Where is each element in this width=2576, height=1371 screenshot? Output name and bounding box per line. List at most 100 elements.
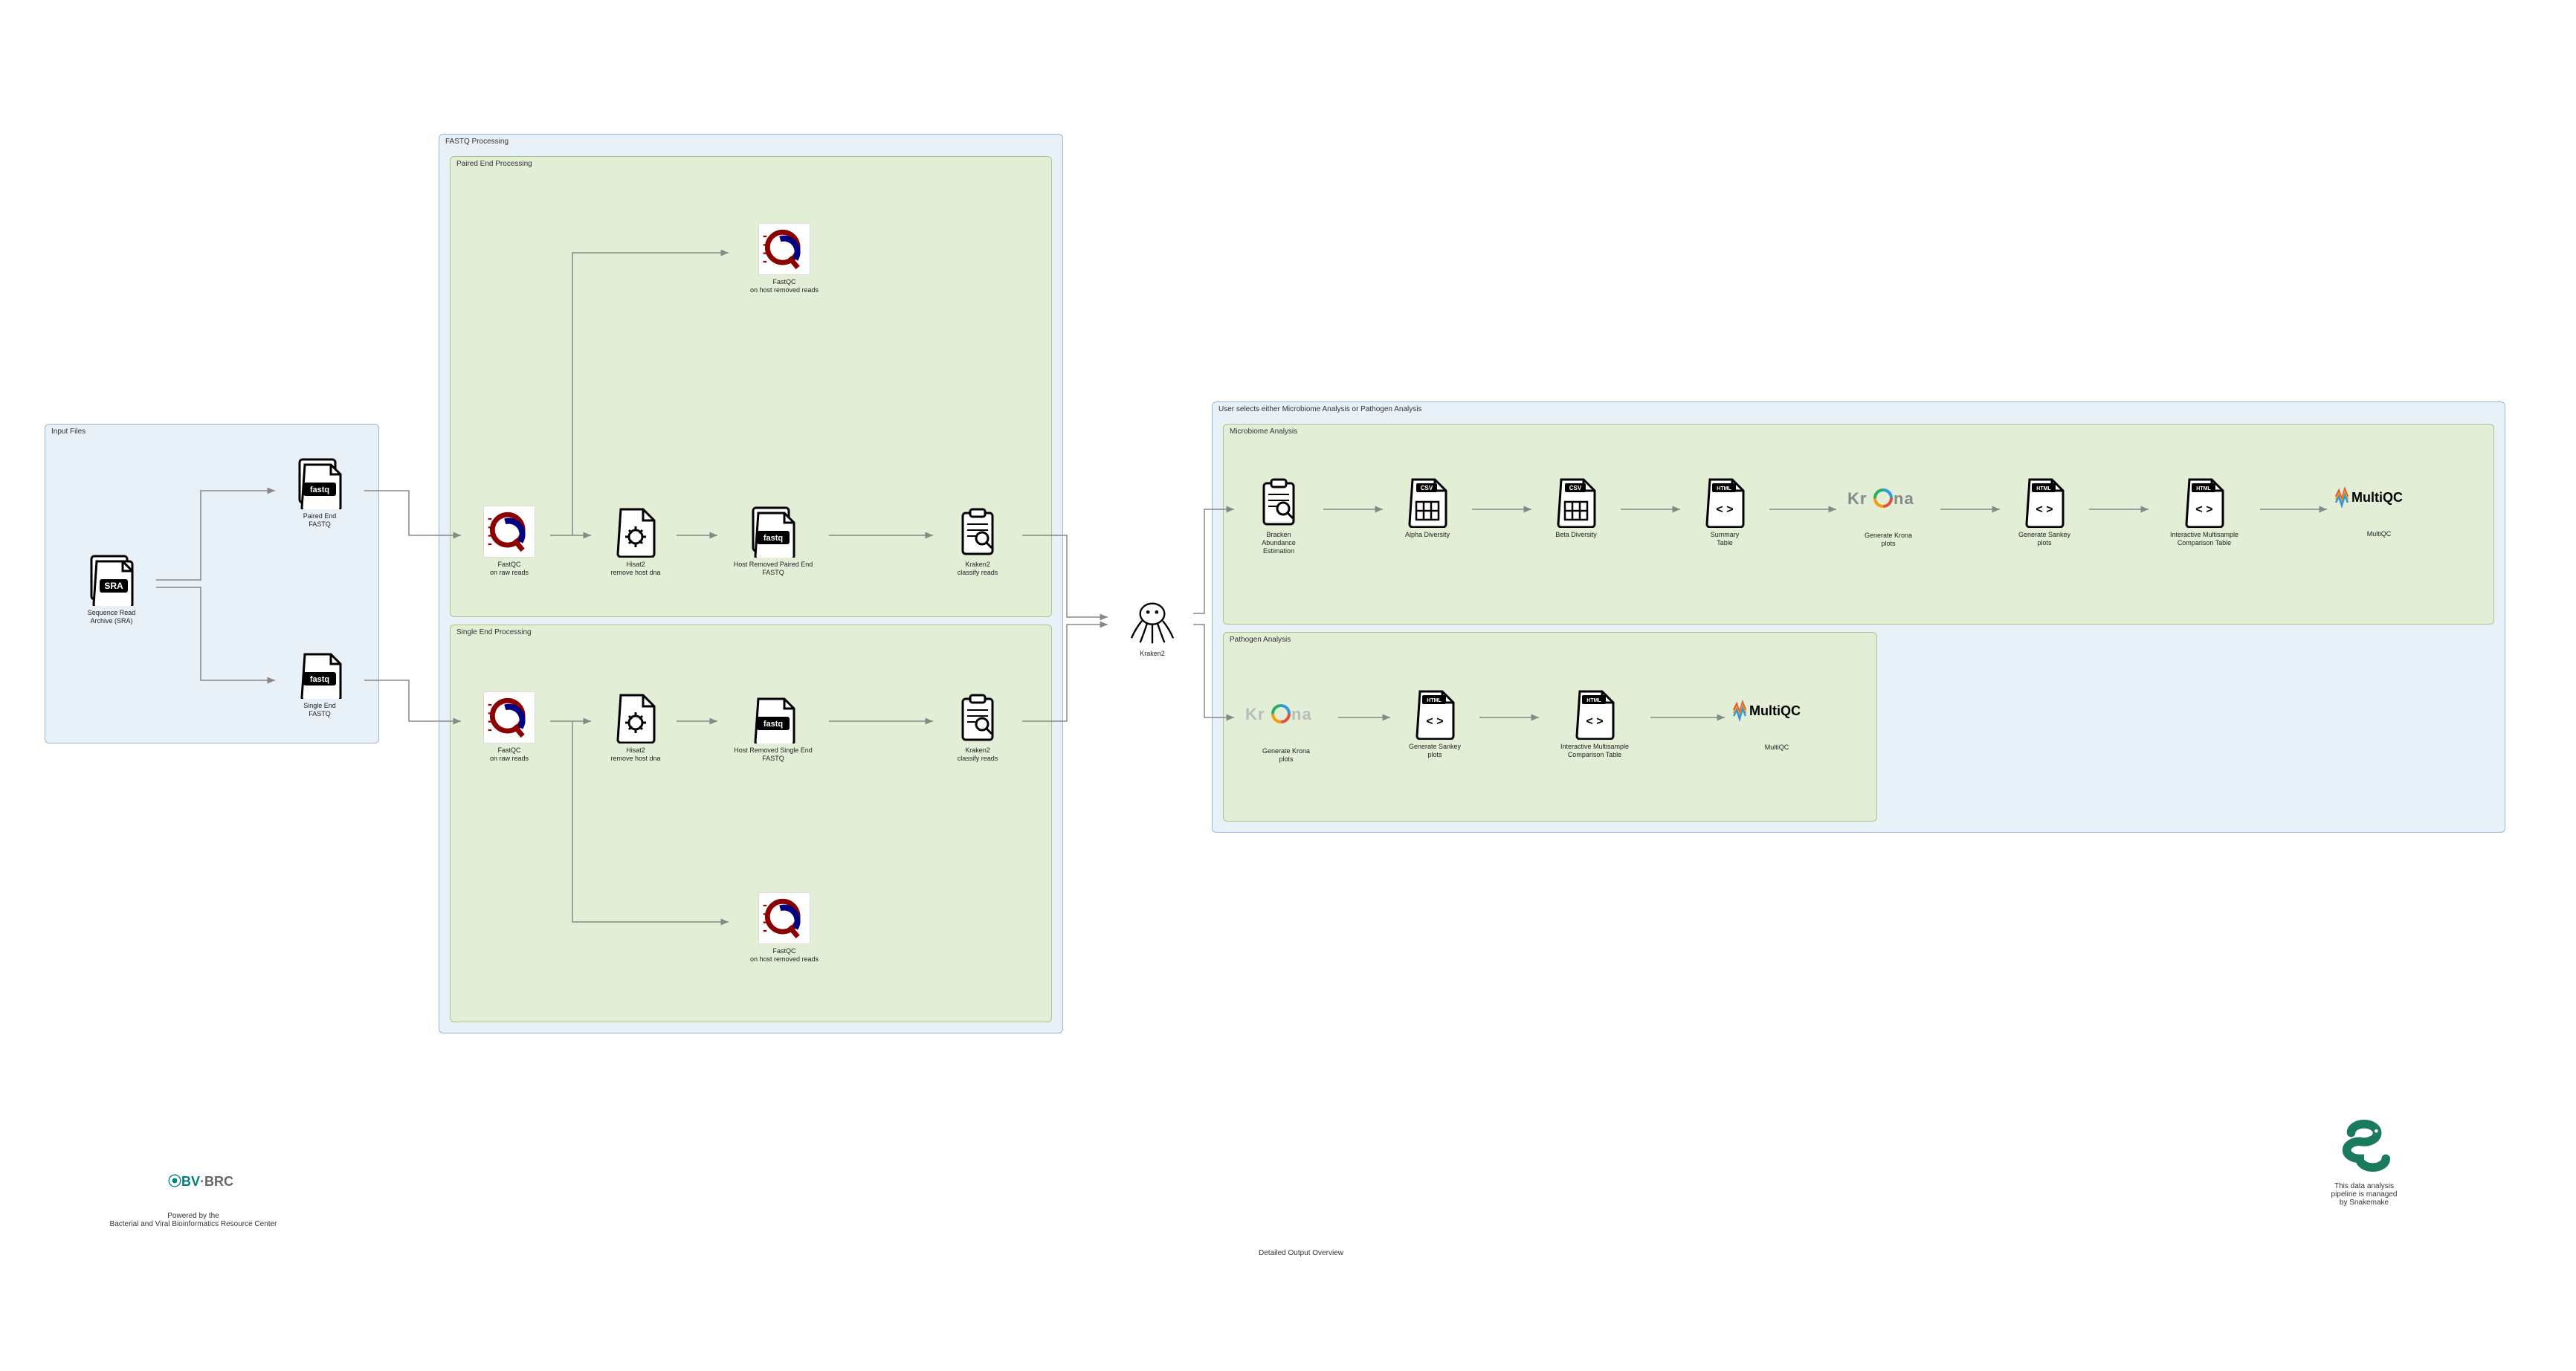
clipboard-search-icon <box>952 506 1004 558</box>
node-label: Generate Krona plots <box>1238 747 1334 764</box>
group-label: Single End Processing <box>456 628 532 636</box>
node-fastqc-raw-se: FastQC on raw reads <box>468 691 550 763</box>
node-multiqc-micro: MultiQC MultiQC <box>2331 482 2427 538</box>
bvbrc-text: BV·BRC <box>181 1174 233 1189</box>
node-krona-micro: Kr na Generate Krona plots <box>1840 483 1937 548</box>
node-hisat-pe: Hisat2 remove host dna <box>595 506 677 577</box>
node-sankey-pathogen: HTML < > Generate Sankey plots <box>1394 688 1476 759</box>
svg-text:HTML: HTML <box>1586 698 1601 703</box>
node-label: Kraken2 classify reads <box>937 746 1019 763</box>
html-file-icon: HTML < > <box>2178 476 2230 528</box>
svg-text:fastq: fastq <box>764 720 783 729</box>
node-fastqc-raw-pe: FastQC on raw reads <box>468 506 550 577</box>
node-label: Host Removed Paired End FASTQ <box>721 561 825 577</box>
clipboard-search-icon <box>1253 476 1305 528</box>
multiqc-logo-icon: MultiQC <box>1732 695 1821 725</box>
gear-file-icon <box>610 691 662 743</box>
node-label: Host Removed Single End FASTQ <box>721 746 825 763</box>
powered-by-text: Powered by the Bacterial and Viral Bioin… <box>45 1212 342 1228</box>
node-label: FastQC on raw reads <box>468 561 550 577</box>
node-label: Hisat2 remove host dna <box>595 561 677 577</box>
svg-text:< >: < > <box>2036 503 2053 516</box>
group-label: Pathogen Analysis <box>1230 636 1291 644</box>
node-label: Hisat2 remove host dna <box>595 746 677 763</box>
node-kraken2: Kraken2 <box>1111 595 1193 658</box>
gear-file-icon <box>610 506 662 558</box>
node-label: Bracken Abundance Estimation <box>1238 531 1320 555</box>
html-file-icon: HTML < > <box>1409 688 1461 740</box>
clipboard-search-icon <box>952 691 1004 743</box>
svg-text:< >: < > <box>1586 715 1603 728</box>
fastqc-icon <box>758 223 810 275</box>
krona-logo-icon: Kr na <box>1847 483 1929 513</box>
svg-text:HTML: HTML <box>2036 486 2051 491</box>
svg-text:SRA: SRA <box>104 581 123 591</box>
node-label: Kraken2 <box>1111 650 1193 658</box>
svg-text:CSV: CSV <box>1421 485 1433 491</box>
node-host-removed-pe: fastq Host Removed Paired End FASTQ <box>721 506 825 577</box>
node-label: Alpha Diversity <box>1387 531 1468 539</box>
node-label: Generate Sankey plots <box>1394 743 1476 759</box>
node-label: MultiQC <box>1728 743 1825 752</box>
node-label: FastQC on host removed reads <box>732 947 836 964</box>
node-label: MultiQC <box>2331 530 2427 538</box>
node-label: Single End FASTQ <box>279 702 361 718</box>
svg-text:na: na <box>1894 489 1914 508</box>
node-label: Generate Krona plots <box>1840 532 1937 548</box>
node-hisat-se: Hisat2 remove host dna <box>595 691 677 763</box>
fastqc-icon <box>758 892 810 944</box>
multiqc-logo-icon: MultiQC <box>2334 482 2424 512</box>
fastq-file-icon: fastq <box>747 691 799 743</box>
fastq-file-icon: fastq <box>294 457 346 509</box>
node-label: Kraken2 classify reads <box>937 561 1019 577</box>
svg-text:na: na <box>1291 705 1312 723</box>
html-file-icon: HTML < > <box>2018 476 2070 528</box>
group-label: Paired End Processing <box>456 160 532 168</box>
node-label: Interactive Multisample Comparison Table <box>1543 743 1647 759</box>
node-label: Paired End FASTQ <box>279 512 361 529</box>
krona-logo-icon: Kr na <box>1245 699 1327 729</box>
kraken-octopus-icon <box>1126 595 1178 647</box>
svg-text:MultiQC: MultiQC <box>1749 703 1801 718</box>
node-fastqc-host-pe: FastQC on host removed reads <box>732 223 836 294</box>
svg-text:< >: < > <box>2195 503 2212 516</box>
svg-text:fastq: fastq <box>764 534 783 543</box>
node-label: Interactive Multisample Comparison Table <box>2152 531 2256 547</box>
node-host-removed-se: fastq Host Removed Single End FASTQ <box>721 691 825 763</box>
node-alpha: CSV Alpha Diversity <box>1387 476 1468 539</box>
svg-text:< >: < > <box>1716 503 1733 516</box>
node-label: FastQC on raw reads <box>468 746 550 763</box>
node-label: Beta Diversity <box>1535 531 1617 539</box>
node-beta: CSV Beta Diversity <box>1535 476 1617 539</box>
node-fastqc-host-se: FastQC on host removed reads <box>732 892 836 964</box>
svg-text:Kr: Kr <box>1245 705 1265 723</box>
node-label: Summary Table <box>1684 531 1766 547</box>
fastq-file-icon: fastq <box>294 647 346 699</box>
node-single-fastq: fastq Single End FASTQ <box>279 647 361 718</box>
group-label: User selects either Microbiome Analysis … <box>1218 405 1421 413</box>
fastq-file-icon: fastq <box>747 506 799 558</box>
node-summary: HTML < > Summary Table <box>1684 476 1766 547</box>
group-label: FASTQ Processing <box>445 138 509 146</box>
node-paired-fastq: fastq Paired End FASTQ <box>279 457 361 529</box>
csv-file-icon: CSV <box>1550 476 1602 528</box>
sra-file-icon: SRA <box>85 554 138 606</box>
svg-text:fastq: fastq <box>310 486 329 494</box>
svg-text:HTML: HTML <box>1427 698 1442 703</box>
node-interactive-micro: HTML < > Interactive Multisample Compari… <box>2152 476 2256 547</box>
node-sankey-micro: HTML < > Generate Sankey plots <box>2004 476 2085 547</box>
node-interactive-pathogen: HTML < > Interactive Multisample Compari… <box>1543 688 1647 759</box>
node-kraken-se: Kraken2 classify reads <box>937 691 1019 763</box>
svg-text:fastq: fastq <box>310 675 329 684</box>
node-multiqc-pathogen: MultiQC MultiQC <box>1728 695 1825 752</box>
html-file-icon: HTML < > <box>1699 476 1751 528</box>
snakemake-logo <box>2338 1120 2390 1172</box>
node-sra: SRA Sequence Read Archive (SRA) <box>71 554 152 625</box>
svg-text:Kr: Kr <box>1847 489 1867 508</box>
node-label: FastQC on host removed reads <box>732 278 836 294</box>
node-label: Sequence Read Archive (SRA) <box>71 609 152 625</box>
node-label: Generate Sankey plots <box>2004 531 2085 547</box>
detailed-output-text: Detailed Output Overview <box>1189 1249 1413 1257</box>
svg-text:MultiQC: MultiQC <box>2351 490 2403 505</box>
fastqc-icon <box>483 506 535 558</box>
